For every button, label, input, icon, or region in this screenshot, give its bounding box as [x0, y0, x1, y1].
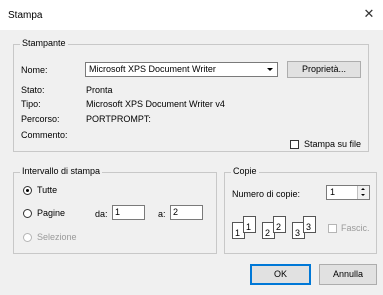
- range-selection-label[interactable]: Selezione: [37, 232, 77, 242]
- printer-group-legend: Stampante: [20, 38, 68, 48]
- range-pages-radio[interactable]: [23, 209, 32, 218]
- range-to-value: 2: [173, 207, 179, 217]
- ok-button[interactable]: OK: [250, 264, 311, 285]
- range-all-label[interactable]: Tutte: [37, 185, 57, 195]
- spinner-arrows[interactable]: [357, 186, 369, 199]
- type-value: Microsoft XPS Document Writer v4: [86, 99, 225, 109]
- print-dialog: Stampa ✕ Stampante Nome: Microsoft XPS D…: [0, 0, 383, 295]
- copies-count-label: Numero di copie:: [232, 189, 301, 199]
- copies-legend: Copie: [231, 166, 259, 176]
- copies-count-spinner[interactable]: 1: [326, 185, 370, 200]
- window-title: Stampa: [8, 10, 43, 21]
- collate-page-icon: 2: [273, 216, 286, 233]
- close-icon[interactable]: ✕: [361, 6, 377, 22]
- status-value: Pronta: [86, 85, 113, 95]
- comment-label: Commento:: [21, 130, 68, 140]
- collate-page-icon: 1: [243, 216, 256, 233]
- type-label: Tipo:: [21, 99, 41, 109]
- status-label: Stato:: [21, 85, 45, 95]
- properties-button[interactable]: Proprietà...: [287, 61, 361, 78]
- range-all-radio[interactable]: [23, 186, 32, 195]
- range-from-value: 1: [115, 207, 121, 217]
- chevron-down-icon[interactable]: [262, 63, 277, 76]
- ok-button-label: OK: [273, 269, 287, 279]
- path-value: PORTPROMPT:: [86, 114, 151, 124]
- collate-page-icon: 3: [303, 216, 316, 233]
- print-to-file-checkbox[interactable]: [290, 140, 299, 149]
- range-to-input[interactable]: 2: [170, 205, 203, 220]
- printer-name-select[interactable]: Microsoft XPS Document Writer: [85, 62, 278, 77]
- cancel-button-label: Annulla: [332, 269, 364, 279]
- range-pages-label[interactable]: Pagine: [37, 208, 65, 218]
- range-from-input[interactable]: 1: [112, 205, 145, 220]
- title-bar: Stampa ✕: [0, 0, 383, 30]
- range-to-label: a:: [158, 209, 166, 219]
- properties-button-label: Proprietà...: [301, 64, 347, 74]
- copies-count-value: 1: [330, 187, 336, 197]
- collate-checkbox[interactable]: [328, 224, 337, 233]
- path-label: Percorso:: [21, 114, 60, 124]
- range-selection-radio[interactable]: [23, 233, 32, 242]
- print-to-file-label[interactable]: Stampa su file: [304, 139, 361, 149]
- print-range-legend: Intervallo di stampa: [20, 166, 103, 176]
- range-from-label: da:: [95, 209, 108, 219]
- printer-name-label: Nome:: [21, 65, 48, 75]
- collate-label[interactable]: Fascic.: [341, 223, 370, 233]
- cancel-button[interactable]: Annulla: [319, 264, 377, 285]
- printer-name-value: Microsoft XPS Document Writer: [89, 64, 216, 74]
